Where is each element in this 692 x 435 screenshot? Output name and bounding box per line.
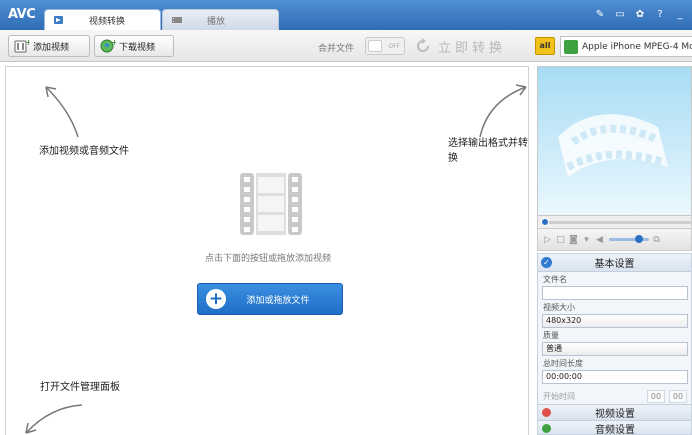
- hint-add-files: 添加视频或音频文件: [39, 146, 129, 157]
- file-name-label: 文件名: [543, 275, 567, 284]
- add-video-icon: +: [14, 39, 30, 53]
- start-time-seconds[interactable]: 00: [669, 389, 687, 403]
- add-video-label: 添加视频: [33, 42, 70, 53]
- play-icon[interactable]: ▷: [542, 235, 553, 245]
- arrow-up-right-icon: [479, 84, 527, 138]
- file-list-area[interactable]: 添加视频或音频文件 选择输出格式并转换 点击下面的按钮或拖放添加视频 + 添加或…: [5, 66, 529, 435]
- title-bar: AVC 视频转换 播放 ✎ ▭ ✿ ? _: [0, 0, 692, 30]
- fullscreen-icon[interactable]: ⧉: [651, 235, 662, 245]
- seek-handle[interactable]: [541, 218, 549, 226]
- video-settings-label: 视频设置: [595, 409, 635, 420]
- volume-handle[interactable]: [635, 235, 643, 243]
- plus-icon: +: [206, 289, 226, 309]
- minimize-icon[interactable]: _: [674, 9, 686, 20]
- seek-track: [546, 221, 691, 224]
- quality-label: 质量: [543, 331, 559, 340]
- basic-settings-header[interactable]: ✓ 基本设置: [538, 254, 691, 272]
- start-time-row: 开始时间 00 00: [538, 389, 691, 403]
- gear-icon[interactable]: ✿: [634, 9, 646, 20]
- display-icon[interactable]: ▭: [614, 9, 626, 20]
- merge-toggle[interactable]: OFF: [365, 37, 405, 55]
- svg-text:+: +: [25, 39, 30, 47]
- video-settings-icon: [542, 408, 551, 417]
- film-icon: [172, 17, 182, 23]
- tab-label: 视频转换: [89, 16, 126, 27]
- audio-settings-icon: [542, 424, 551, 433]
- output-format-select[interactable]: Apple iPhone MPEG-4 Movie: [560, 36, 692, 57]
- window-controls: ✎ ▭ ✿ ? _: [594, 9, 686, 20]
- toolbar: + 添加视频 + 下载视频 合并文件 OFF 立即转换 all Apple iP…: [0, 30, 692, 62]
- add-or-drop-label: 添加或拖放文件: [246, 295, 310, 306]
- arrow-down-left-icon: [25, 404, 83, 434]
- start-time-label: 开始时间: [543, 391, 575, 401]
- convert-now-button[interactable]: 立即转换: [414, 36, 528, 56]
- film-strip-icon: [240, 173, 302, 235]
- volume-icon[interactable]: ◀: [594, 235, 605, 245]
- player-controls: ▷ □ ◙ ▾ ◀ ⧉: [537, 229, 692, 251]
- add-or-drop-files-button[interactable]: + 添加或拖放文件: [197, 283, 343, 315]
- film-reel-graphic: [558, 114, 668, 177]
- video-preview: [537, 66, 692, 216]
- video-settings-header[interactable]: 视频设置: [538, 404, 691, 420]
- tab-video-convert[interactable]: 视频转换: [44, 9, 161, 30]
- settings-panel: ✓ 基本设置 文件名 视频大小 480x320 质量 普通 总时间长度 00:0…: [537, 253, 692, 435]
- duration-label: 总时间长度: [543, 359, 583, 368]
- refresh-icon: [417, 38, 429, 52]
- settings-icon: ✓: [541, 257, 552, 268]
- volume-slider[interactable]: [609, 235, 649, 243]
- arrow-up-left-icon: [45, 86, 79, 138]
- video-convert-icon: [54, 16, 63, 24]
- app-logo: AVC: [8, 7, 36, 22]
- download-video-label: 下载视频: [119, 42, 156, 53]
- merge-files-label: 合并文件: [318, 44, 355, 54]
- output-format-value: Apple iPhone MPEG-4 Movie: [582, 41, 692, 52]
- seek-bar[interactable]: [537, 216, 692, 229]
- quality-select[interactable]: 普通: [542, 342, 688, 356]
- tab-label: 播放: [207, 16, 226, 27]
- file-name-field[interactable]: [542, 286, 688, 300]
- globe-download-icon: +: [100, 39, 116, 53]
- help-icon[interactable]: ?: [654, 9, 666, 20]
- audio-settings-label: 音频设置: [595, 425, 635, 435]
- start-time-minutes[interactable]: 00: [647, 389, 665, 403]
- stop-icon[interactable]: □: [555, 235, 566, 245]
- hint-output-format: 选择输出格式并转换: [448, 138, 528, 164]
- snapshot-icon[interactable]: ◙: [568, 235, 579, 245]
- add-video-button[interactable]: + 添加视频: [8, 35, 90, 57]
- basic-settings-title: 基本设置: [594, 259, 635, 270]
- phone-icon: [564, 39, 578, 54]
- audio-settings-header[interactable]: 音频设置: [538, 420, 691, 435]
- toggle-knob: [368, 40, 382, 52]
- tab-play[interactable]: 播放: [162, 9, 279, 30]
- dropdown-icon[interactable]: ▾: [581, 235, 592, 245]
- drop-instructions: 点击下面的按钮或拖放添加视频: [204, 254, 331, 264]
- video-size-label: 视频大小: [543, 303, 575, 312]
- svg-text:+: +: [111, 39, 116, 47]
- toggle-state: OFF: [388, 42, 400, 50]
- format-all-button[interactable]: all: [535, 37, 555, 55]
- hint-file-panel: 打开文件管理面板: [40, 382, 120, 393]
- wrench-icon[interactable]: ✎: [594, 9, 606, 20]
- download-video-button[interactable]: + 下载视频: [94, 35, 174, 57]
- duration-field[interactable]: 00:00:00: [542, 370, 688, 384]
- convert-now-label: 立即转换: [438, 40, 507, 56]
- video-size-select[interactable]: 480x320: [542, 314, 688, 328]
